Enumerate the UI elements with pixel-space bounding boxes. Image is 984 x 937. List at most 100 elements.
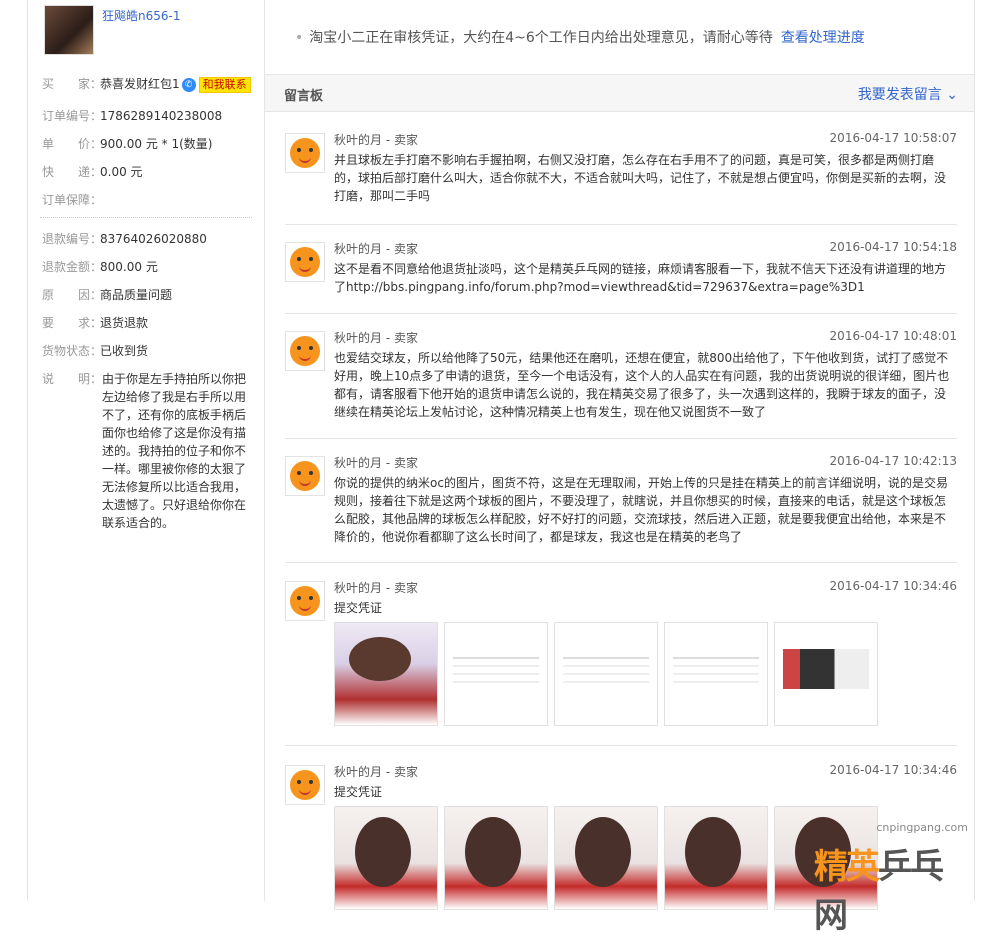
message-board-header: 留言板 我要发表留言 ⌄ — [265, 74, 974, 112]
evidence-images — [334, 622, 878, 726]
taobao-mascot-icon — [290, 336, 320, 366]
evidence-image[interactable] — [554, 806, 658, 910]
buyer-label: 买 家： — [42, 77, 103, 91]
buyer-name: 恭喜发财红包1 — [100, 77, 180, 91]
taobao-mascot-icon — [290, 770, 320, 800]
seller-avatar — [285, 765, 325, 805]
post-message-label: 我要发表留言 — [857, 87, 942, 103]
contact-seller-button[interactable]: 和我联系 — [198, 76, 251, 93]
message-author: 秋叶的月 - 卖家 — [334, 331, 418, 345]
board-title: 留言板 — [284, 89, 324, 104]
evidence-image[interactable] — [334, 622, 438, 726]
message-body: 并且球板左手打磨不影响右手握拍啊，右侧又没打磨，怎么存在右手用不了的问题，真是可… — [334, 153, 947, 203]
message-time: 2016-04-17 10:54:18 — [829, 240, 957, 254]
message-author: 秋叶的月 - 卖家 — [334, 456, 418, 470]
guarantee-label: 订单保障： — [42, 193, 103, 207]
description-label: 说 明： — [42, 372, 103, 386]
taobao-mascot-icon — [290, 461, 320, 491]
request-row: 要 求：退货退款 — [42, 314, 148, 331]
seller-avatar — [285, 331, 325, 371]
site-watermark: cnpingpang.com 精英乒乓网 — [814, 803, 972, 936]
message-author: 秋叶的月 - 卖家 — [334, 242, 418, 256]
message-body: 提交凭证 — [334, 785, 383, 799]
watermark-url: cnpingpang.com — [876, 821, 968, 834]
message-item: 秋叶的月 - 卖家 2016-04-17 10:58:07 并且球板左手打磨不影… — [285, 131, 957, 223]
message-item: 秋叶的月 - 卖家 2016-04-17 10:48:01 也爱结交球友，所以给… — [285, 329, 957, 431]
price-value: 900.00 — [100, 137, 142, 151]
refund-detail-panel: • 淘宝小二正在审核凭证，大约在4~6个工作日内给出处理意见，请耐心等待 查看处理进… — [265, 0, 975, 910]
product-title-link[interactable]: 狂飚皓n656-1 — [102, 7, 180, 24]
evidence-images — [334, 806, 878, 910]
taobao-mascot-icon — [290, 247, 320, 277]
product-thumbnail[interactable] — [44, 5, 94, 55]
order-info-panel: 狂飚皓n656-1 买 家：恭喜发财红包1 ✆ 和我联系 订单编号：17862891… — [27, 0, 265, 901]
review-notice: • 淘宝小二正在审核凭证，大约在4~6个工作日内给出处理意见，请耐心等待 查看处理进… — [295, 27, 865, 47]
refund-amount-value: 800.00 — [100, 260, 142, 274]
refund-amount-row: 退款金额：800.00 元 — [42, 258, 158, 275]
taobao-mascot-icon — [290, 138, 320, 168]
wangwang-icon[interactable]: ✆ — [181, 77, 196, 92]
evidence-image[interactable] — [444, 806, 548, 910]
message-time: 2016-04-17 10:34:46 — [829, 763, 957, 777]
bullet-icon: • — [295, 30, 304, 46]
message-time: 2016-04-17 10:34:46 — [829, 579, 957, 593]
divider — [40, 217, 252, 218]
message-item: 秋叶的月 - 卖家 2016-04-17 10:54:18 这不是看不同意给他退… — [285, 240, 957, 302]
price-row: 单 价：900.00 元 * 1(数量) — [42, 135, 212, 152]
shipping-suffix: 元 — [130, 165, 143, 179]
message-body: 这不是看不同意给他退货扯淡吗，这个是精英乒乓网的链接，麻烦请客服看一下，我就不信… — [334, 262, 947, 294]
message-item: 秋叶的月 - 卖家 2016-04-17 10:34:46 提交凭证 — [285, 579, 957, 731]
refund-no-value: 83764026020880 — [100, 232, 207, 246]
guarantee-row: 订单保障： — [42, 191, 103, 208]
view-progress-link[interactable]: 查看处理进度 — [781, 30, 865, 46]
evidence-image[interactable] — [444, 622, 548, 726]
taobao-mascot-icon — [290, 586, 320, 616]
evidence-image[interactable] — [774, 622, 878, 726]
order-no-label: 订单编号： — [42, 109, 103, 123]
message-item: 秋叶的月 - 卖家 2016-04-17 10:42:13 你说的提供的纳米oc… — [285, 454, 957, 556]
watermark-brand-a: 精英 — [814, 847, 880, 887]
evidence-image[interactable] — [664, 622, 768, 726]
divider — [285, 562, 957, 563]
goods-status-row: 货物状态：已收到货 — [42, 342, 148, 359]
goods-status-label: 货物状态： — [42, 344, 103, 358]
description-text: 由于你是左手持拍所以你把左边给修了我是右手所以用不了，还有你的底板手柄后面你也给… — [102, 372, 247, 530]
request-label: 要 求： — [42, 316, 103, 330]
order-no-row: 订单编号：1786289140238008 — [42, 107, 222, 124]
reason-label: 原 因： — [42, 288, 103, 302]
reason-value: 商品质量问题 — [100, 288, 173, 302]
seller-avatar — [285, 581, 325, 621]
notice-text: 淘宝小二正在审核凭证，大约在4~6个工作日内给出处理意见，请耐心等待 — [309, 30, 773, 46]
divider — [285, 224, 957, 225]
refund-no-row: 退款编号：83764026020880 — [42, 230, 207, 247]
price-label: 单 价： — [42, 137, 103, 151]
evidence-image[interactable] — [554, 622, 658, 726]
message-time: 2016-04-17 10:48:01 — [829, 329, 957, 343]
evidence-image[interactable] — [664, 806, 768, 910]
refund-no-label: 退款编号： — [42, 232, 103, 246]
request-value: 退货退款 — [100, 316, 149, 330]
message-time: 2016-04-17 10:42:13 — [829, 454, 957, 468]
message-time: 2016-04-17 10:58:07 — [829, 131, 957, 145]
divider — [285, 438, 957, 439]
post-message-link[interactable]: 我要发表留言 ⌄ — [858, 84, 958, 104]
seller-avatar — [285, 133, 325, 173]
divider — [285, 745, 957, 746]
reason-row: 原 因：商品质量问题 — [42, 286, 172, 303]
shipping-value: 0.00 — [100, 165, 127, 179]
chevron-down-icon: ⌄ — [946, 87, 958, 103]
shipping-label: 快 递： — [42, 165, 103, 179]
message-author: 秋叶的月 - 卖家 — [334, 765, 418, 779]
message-author: 秋叶的月 - 卖家 — [334, 133, 418, 147]
message-author: 秋叶的月 - 卖家 — [334, 581, 418, 595]
watermark-logo: 精英乒乓网 — [814, 839, 972, 937]
message-body: 你说的提供的纳米oc的图片，图货不符，这是在无理取闹，开始上传的只是挂在精英上的… — [334, 476, 948, 544]
refund-amount-suffix: 元 — [145, 260, 158, 274]
buyer-row: 买 家：恭喜发财红包1 ✆ 和我联系 — [42, 75, 251, 93]
evidence-image[interactable] — [334, 806, 438, 910]
goods-status-value: 已收到货 — [100, 344, 149, 358]
divider — [285, 313, 957, 314]
order-no-link[interactable]: 1786289140238008 — [100, 109, 222, 123]
message-body: 提交凭证 — [334, 601, 383, 615]
price-suffix: 元 * 1(数量) — [145, 137, 213, 151]
